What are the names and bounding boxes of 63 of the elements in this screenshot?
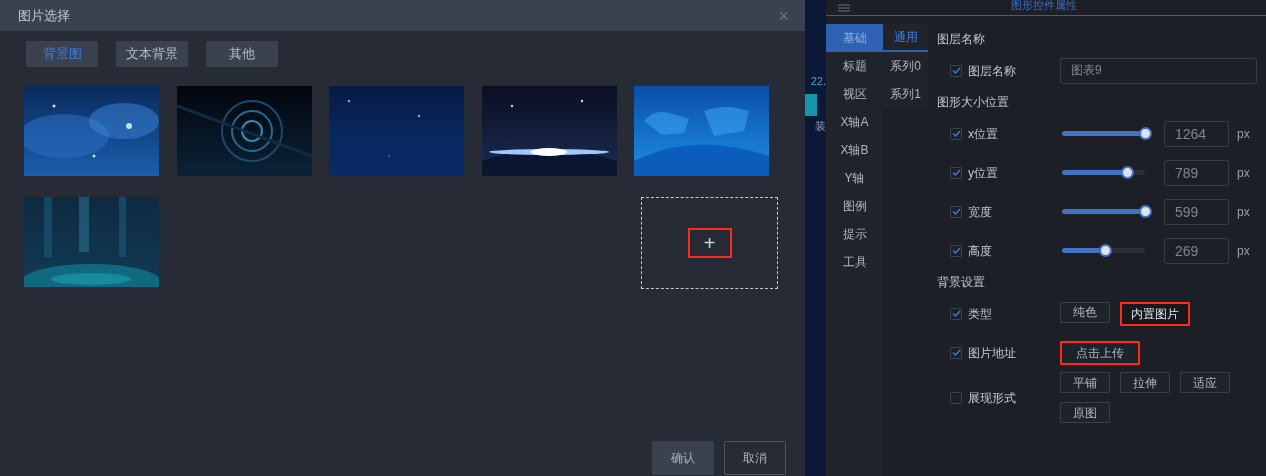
chart-bar <box>805 93 817 116</box>
slider-thumb[interactable] <box>1139 127 1152 140</box>
checkbox[interactable] <box>950 205 962 218</box>
nav-tab[interactable]: 图例 <box>826 192 883 220</box>
option-button[interactable]: 拉伸 <box>1120 372 1170 393</box>
number-field[interactable]: 789 <box>1164 159 1229 186</box>
nav-tab[interactable]: 系列0 <box>883 52 928 80</box>
nav-tab[interactable]: 标题 <box>826 52 883 80</box>
nav-tab[interactable]: 提示 <box>826 220 883 248</box>
confirm-button[interactable]: 确认 <box>652 441 714 475</box>
field-label: 图层名称 <box>968 62 1016 80</box>
section-title: 图层名称 <box>937 31 986 48</box>
checkbox[interactable] <box>950 307 962 320</box>
checkbox[interactable] <box>950 346 962 359</box>
field-label: x位置 <box>968 125 998 143</box>
unit-label: px <box>1237 203 1250 221</box>
number-field[interactable]: 599 <box>1164 198 1229 225</box>
nav-tab[interactable]: 系列1 <box>883 80 928 108</box>
option-button[interactable]: 纯色 <box>1060 301 1110 323</box>
nav-tab[interactable]: 通用 <box>883 24 928 52</box>
dialog-title: 图片选择 <box>18 6 70 25</box>
number-field[interactable]: 269 <box>1164 237 1229 264</box>
field-label: 类型 <box>968 305 992 323</box>
checkbox[interactable] <box>950 127 962 140</box>
slider-thumb[interactable] <box>1139 205 1152 218</box>
option-button[interactable]: 适应 <box>1180 372 1230 393</box>
field-label: 图片地址 <box>968 344 1016 362</box>
checkbox[interactable] <box>950 244 962 257</box>
tab[interactable]: 文本背景 <box>116 41 188 67</box>
nav-tab[interactable]: X轴A <box>826 108 883 136</box>
unit-label: px <box>1237 125 1250 143</box>
checkbox[interactable] <box>950 64 962 77</box>
slider[interactable] <box>1062 205 1151 218</box>
field-label: 展现形式 <box>968 389 1016 407</box>
panel-title: 图形控件属性 <box>1011 0 1077 12</box>
cancel-button[interactable]: 取消 <box>724 441 786 475</box>
slider-thumb[interactable] <box>1120 166 1134 179</box>
upload-button[interactable]: 点击上传 <box>1060 340 1140 365</box>
nav-tab[interactable]: 工具 <box>826 248 883 276</box>
field-label: 高度 <box>968 242 992 260</box>
slider[interactable] <box>1062 127 1151 140</box>
checkbox[interactable] <box>950 166 962 179</box>
option-button[interactable]: 平铺 <box>1060 372 1110 393</box>
section-title: 图形大小位置 <box>937 94 1010 111</box>
upload-tile[interactable]: + <box>641 197 778 289</box>
number-field[interactable]: 1264 <box>1164 120 1229 147</box>
option-button[interactable]: 原图 <box>1060 402 1110 423</box>
value-label: .22 <box>809 74 826 89</box>
nav-tab[interactable]: Y轴 <box>826 164 883 192</box>
nav-tab[interactable]: 视区 <box>826 80 883 108</box>
tab[interactable]: 其他 <box>206 41 278 67</box>
unit-label: px <box>1237 242 1250 260</box>
checkbox[interactable] <box>950 391 962 404</box>
nav-tab[interactable]: X轴B <box>826 136 883 164</box>
section-title: 背景设置 <box>937 274 986 291</box>
add-button[interactable]: + <box>687 228 732 258</box>
text-field[interactable]: 图表9 <box>1060 57 1257 84</box>
field-label: y位置 <box>968 164 998 182</box>
field-label: 宽度 <box>968 203 992 221</box>
slider-thumb[interactable] <box>1099 244 1113 257</box>
option-button[interactable]: 内置图片 <box>1120 301 1190 326</box>
axis-label: 装 <box>814 118 826 134</box>
unit-label: px <box>1237 164 1250 182</box>
